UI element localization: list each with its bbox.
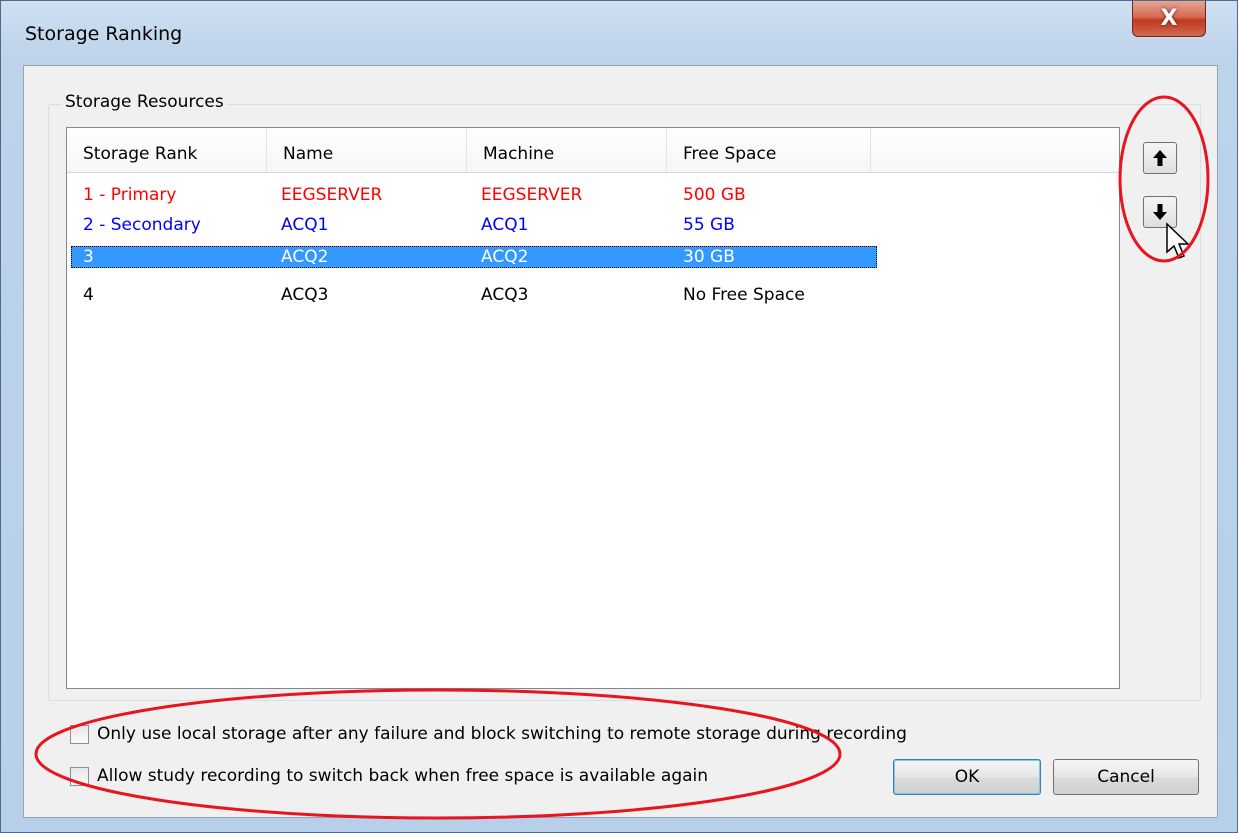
local-only-option[interactable]: Only use local storage after any failure… [70,722,907,746]
cell-free-space: 500 GB [683,185,746,205]
column-header-free-space[interactable]: Free Space [667,128,871,172]
cell-rank: 2 - Secondary [83,215,201,235]
cell-name: EEGSERVER [281,185,383,205]
switch-back-label: Allow study recording to switch back whe… [97,766,709,786]
cell-name: ACQ2 [281,247,329,267]
move-up-button[interactable] [1143,142,1177,174]
cell-machine: ACQ3 [481,285,529,305]
close-button[interactable]: X [1132,1,1206,37]
arrow-down-icon [1153,204,1167,220]
cell-machine: ACQ1 [481,215,529,235]
ok-button[interactable]: OK [893,759,1041,795]
local-only-label: Only use local storage after any failure… [97,724,907,744]
cell-machine: ACQ2 [481,247,529,267]
table-row[interactable]: 1 - Primary EEGSERVER EEGSERVER 500 GB [71,184,877,206]
mouse-cursor-icon [1166,222,1190,259]
table-row[interactable]: 3 ACQ2 ACQ2 30 GB [71,246,877,268]
cell-rank: 1 - Primary [83,185,177,205]
window-title: Storage Ranking [25,23,183,45]
storage-list[interactable]: Storage Rank Name Machine Free Space 1 -… [66,127,1120,689]
switch-back-checkbox[interactable] [70,766,89,786]
local-only-checkbox[interactable] [70,724,89,744]
table-row[interactable]: 2 - Secondary ACQ1 ACQ1 55 GB [71,214,877,236]
group-label: Storage Resources [62,92,227,112]
cell-name: ACQ1 [281,215,329,235]
cell-machine: EEGSERVER [481,185,583,205]
cell-free-space: 55 GB [683,215,735,235]
column-header-name[interactable]: Name [267,128,467,172]
cell-name: ACQ3 [281,285,329,305]
close-icon: X [1160,6,1178,31]
list-header: Storage Rank Name Machine Free Space [67,128,1119,173]
column-header-machine[interactable]: Machine [467,128,667,172]
table-row[interactable]: 4 ACQ3 ACQ3 No Free Space [71,284,877,306]
switch-back-option[interactable]: Allow study recording to switch back whe… [70,764,708,788]
cell-free-space: 30 GB [683,247,735,267]
cell-rank: 3 [83,247,94,267]
cell-rank: 4 [83,285,94,305]
arrow-up-icon [1153,150,1167,166]
cancel-button[interactable]: Cancel [1053,759,1199,795]
cell-free-space: No Free Space [683,285,805,305]
column-header-rank[interactable]: Storage Rank [67,128,267,172]
